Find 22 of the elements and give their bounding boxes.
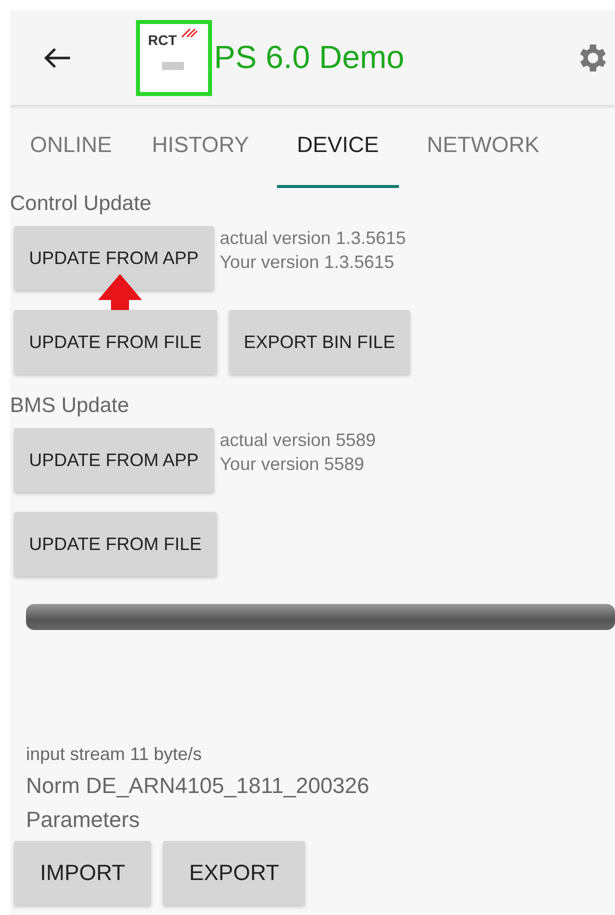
tab[interactable]: ONLINE [18, 105, 124, 188]
version-text: Your version 1.3.5615 [220, 251, 396, 274]
update-button[interactable]: UPDATE FROM APP [14, 428, 214, 492]
update-button[interactable]: UPDATE FROM FILE [14, 512, 217, 576]
parameters-button[interactable]: EXPORT [163, 841, 306, 905]
tab[interactable]: NETWORK [414, 105, 552, 188]
update-button[interactable]: UPDATE FROM APP [14, 226, 214, 290]
version-text: actual version 5589 [220, 429, 376, 452]
tab[interactable]: DEVICE [276, 105, 399, 188]
section-title: BMS Update [10, 394, 130, 418]
stream-rate-text: input stream 11 byte/s [26, 744, 203, 765]
update-button[interactable]: EXPORT BIN FILE [228, 310, 410, 374]
tab[interactable]: HISTORY [140, 105, 261, 188]
device-title: PS 6.0 Demo [214, 39, 404, 76]
parameters-label: Parameters [26, 807, 141, 833]
norm-text: Norm DE_ARN4105_1811_200326 [26, 773, 370, 799]
version-text: Your version 5589 [220, 453, 366, 476]
parameters-button[interactable]: IMPORT [14, 841, 152, 905]
section-title: Control Update [10, 192, 152, 216]
version-text: actual version 1.3.5615 [220, 227, 406, 250]
update-button[interactable]: UPDATE FROM FILE [14, 310, 217, 374]
logo-text: RCT [148, 32, 177, 48]
